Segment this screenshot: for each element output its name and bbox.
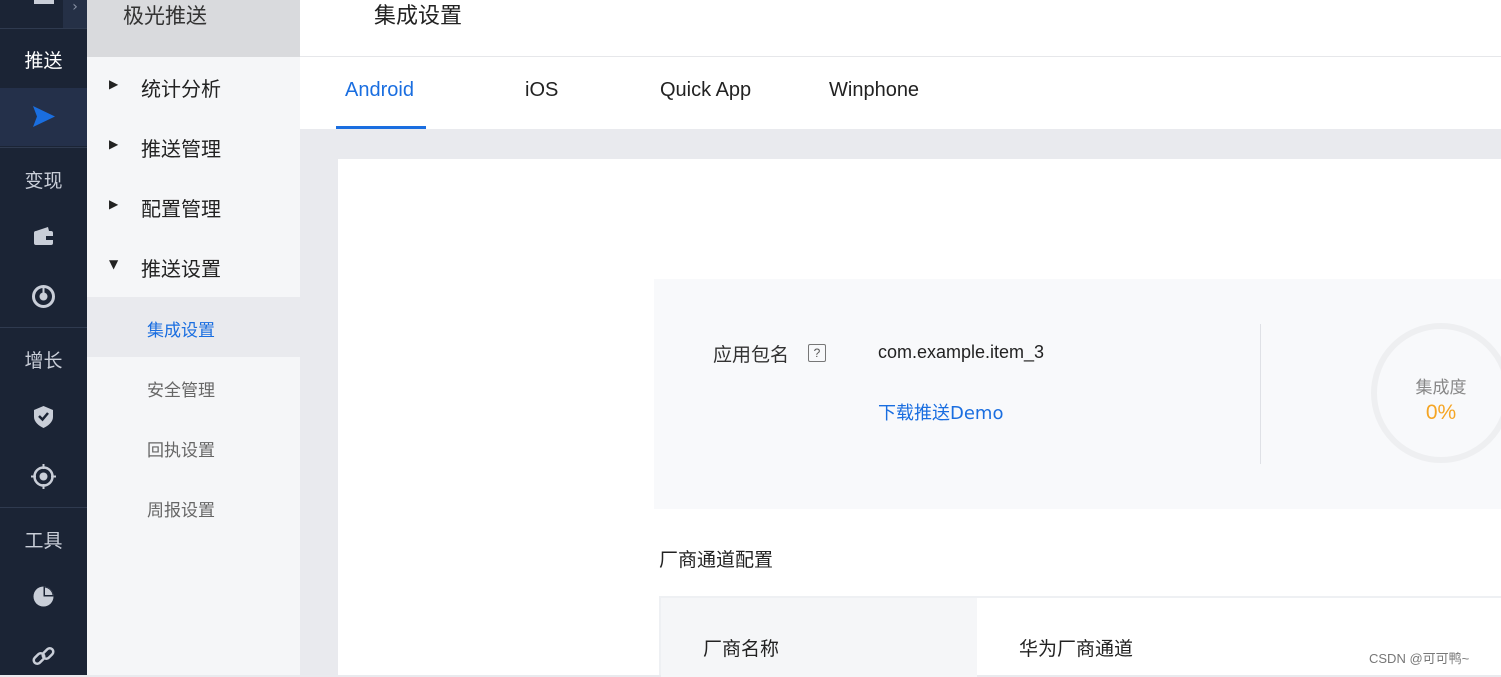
progress-value: 0%	[1425, 401, 1457, 424]
tab-quick-app[interactable]: Quick App	[660, 79, 751, 102]
pie-chart-icon[interactable]	[30, 583, 57, 610]
sidebar-item-statistics[interactable]: ▶ 统计分析	[87, 57, 300, 117]
integration-progress-ring: 集成度 0%	[1371, 323, 1501, 463]
active-tab-indicator	[336, 126, 426, 129]
chevron-right-icon: ▶	[109, 137, 119, 151]
tab-winphone[interactable]: Winphone	[829, 79, 919, 102]
progress-label: 集成度	[1415, 378, 1467, 398]
expand-arrow-icon[interactable]: ›	[63, 0, 87, 28]
package-name-label: 应用包名	[713, 344, 790, 366]
sidebar-subitem-security[interactable]: 安全管理	[87, 357, 300, 417]
help-icon[interactable]: ?	[808, 344, 826, 362]
dial-icon[interactable]	[30, 283, 57, 310]
app-info-panel: 应用包名 ? com.example.item_3 下载推送Demo 集成度 0…	[654, 279, 1501, 509]
wallet-icon[interactable]	[30, 223, 57, 250]
home-button[interactable]: ›	[0, 0, 87, 28]
package-name-value: com.example.item_3	[878, 342, 1045, 362]
tab-ios[interactable]: iOS	[525, 79, 558, 102]
divider	[1260, 324, 1261, 464]
home-icon	[34, 0, 54, 4]
page-header: 集成设置	[300, 0, 1501, 57]
sidebar-subitem-receipt[interactable]: 回执设置	[87, 417, 300, 477]
chevron-right-icon: ▶	[109, 197, 119, 211]
download-demo-link[interactable]: 下载推送Demo	[878, 399, 1003, 425]
product-title: 极光推送	[87, 0, 300, 57]
rail-group-growth[interactable]: 增长	[0, 346, 87, 373]
sidebar-item-push-management[interactable]: ▶ 推送管理	[87, 117, 300, 177]
sidebar-item-config-management[interactable]: ▶ 配置管理	[87, 177, 300, 237]
chevron-down-icon: ▼	[109, 257, 119, 271]
sidebar-subitem-weekly-report[interactable]: 周报设置	[87, 477, 300, 537]
nav-rail: › 推送 变现 增长 工具	[0, 0, 87, 675]
rail-group-tools[interactable]: 工具	[0, 526, 87, 553]
sidebar: 极光推送 ▶ 统计分析 ▶ 推送管理 ▶ 配置管理 ▼ 推送设置 集成设置 安全…	[87, 0, 300, 675]
vendor-header-cell: 厂商名称	[661, 598, 977, 677]
target-icon[interactable]	[30, 463, 57, 490]
watermark: CSDN @可可鸭~	[1369, 651, 1470, 666]
platform-tabs: Android iOS Quick App Winphone	[300, 57, 1501, 129]
rail-group-monetize[interactable]: 变现	[0, 166, 87, 193]
send-icon[interactable]	[30, 103, 57, 130]
page-title: 集成设置	[374, 4, 463, 29]
chevron-right-icon: ▶	[109, 77, 119, 91]
link-icon[interactable]	[30, 643, 57, 670]
sidebar-subitem-integration[interactable]: 集成设置	[87, 297, 300, 357]
tab-android[interactable]: Android	[345, 79, 414, 102]
content-card: 应用包名 ? com.example.item_3 下载推送Demo 集成度 0…	[338, 159, 1501, 677]
shield-icon[interactable]	[30, 403, 57, 430]
vendor-value-cell: 华为厂商通道	[1019, 638, 1134, 660]
vendor-section-title: 厂商通道配置	[659, 549, 774, 571]
sidebar-item-push-settings[interactable]: ▼ 推送设置	[87, 237, 300, 297]
rail-group-push[interactable]: 推送	[0, 46, 87, 73]
